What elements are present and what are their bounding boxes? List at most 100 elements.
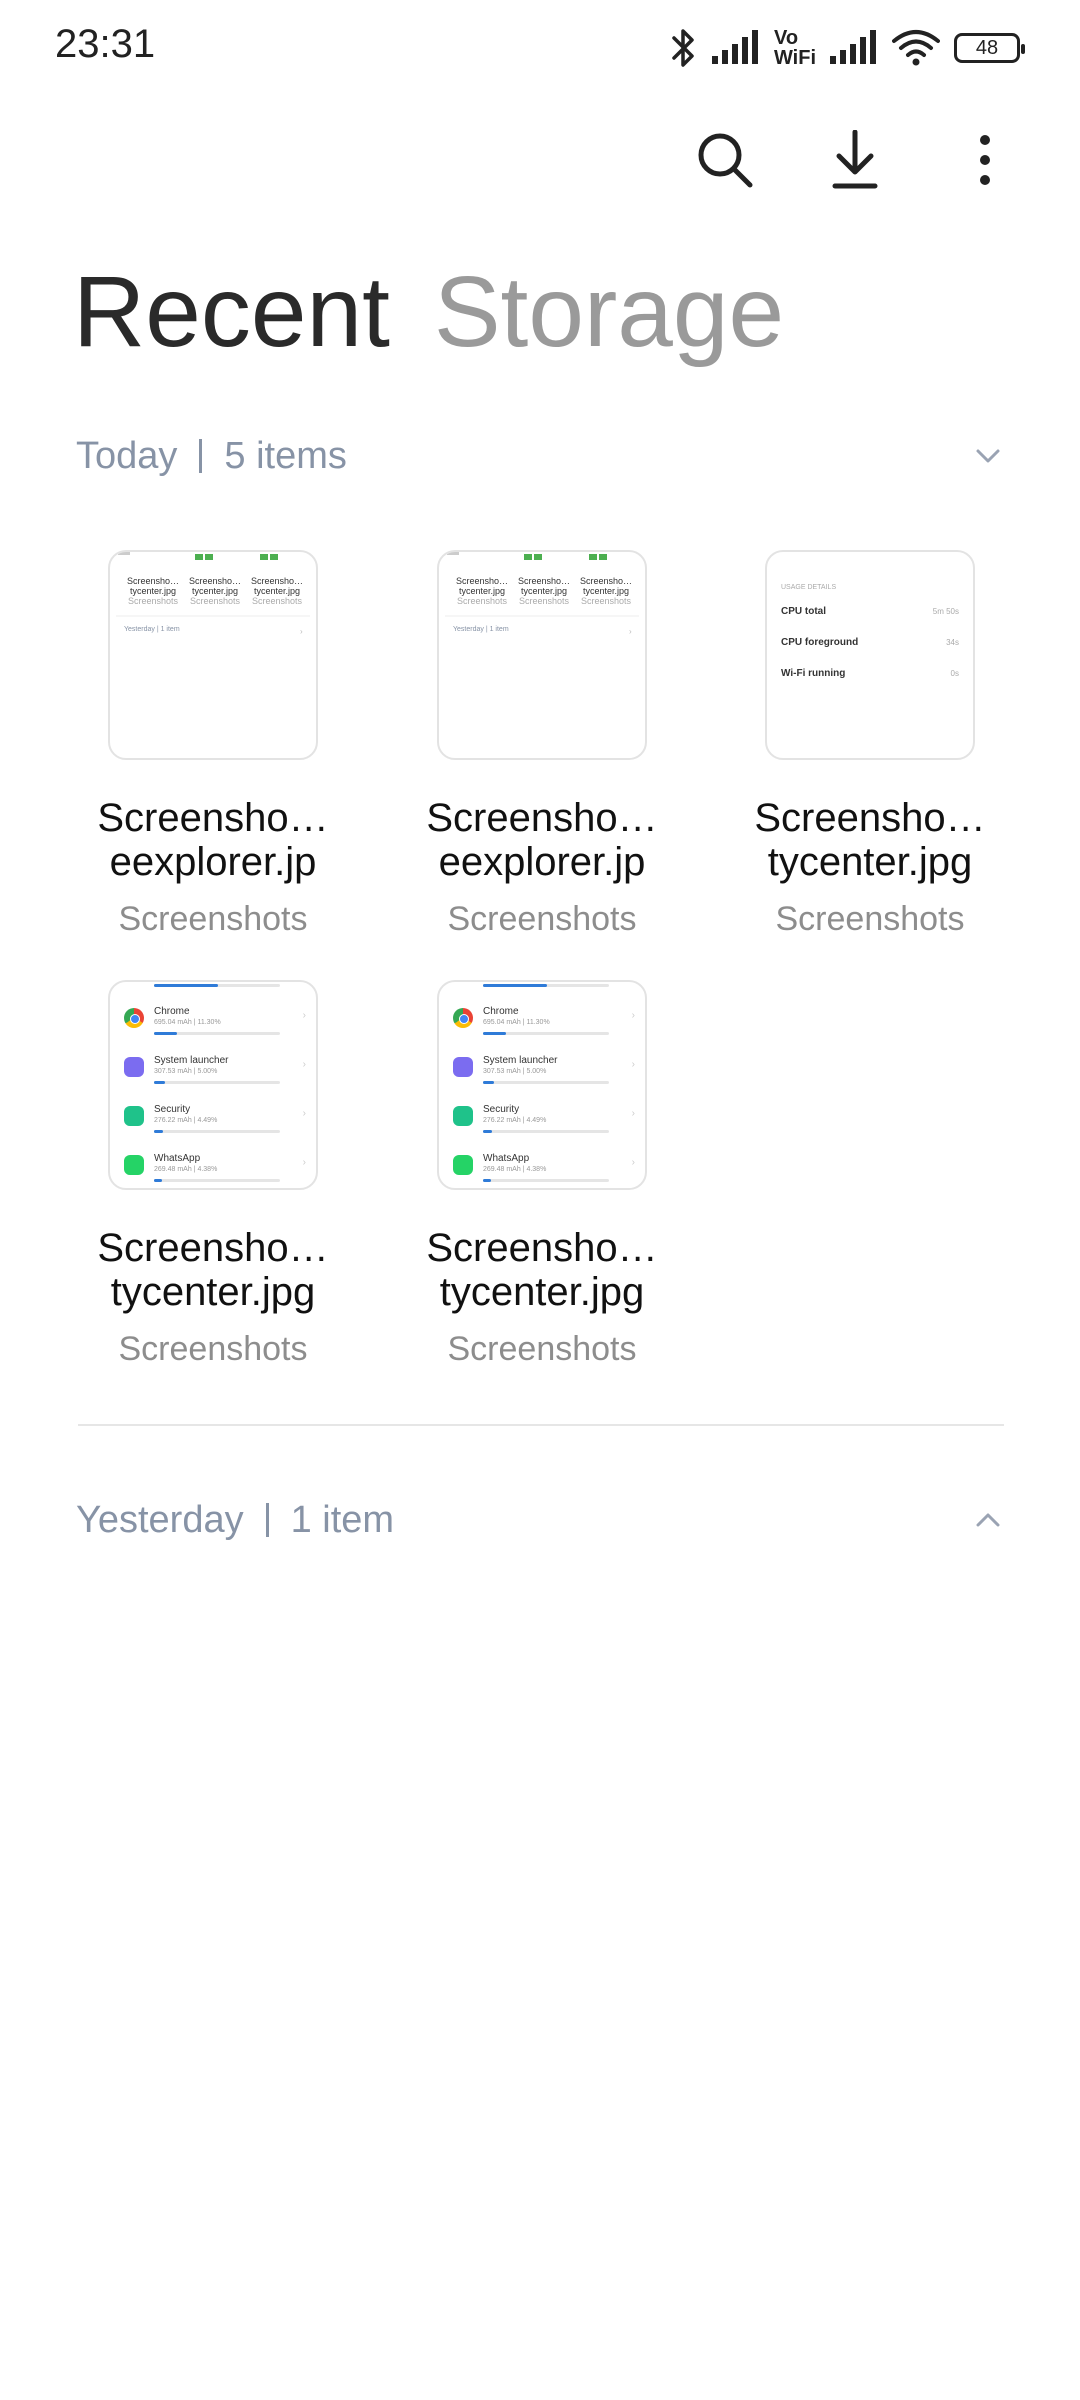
thumb-chevron-icon: ›	[302, 1157, 306, 1168]
thumb-app-name: Chrome	[154, 1006, 190, 1017]
status-bar: 23:31 Vo WiFi 48	[0, 0, 1080, 100]
thumb-app-bar	[483, 1179, 609, 1182]
section-header-today[interactable]: Today 5 items	[76, 426, 1006, 486]
tab-recent[interactable]: Recent	[73, 255, 390, 370]
wifi-icon	[892, 30, 940, 66]
thumb-app-bar	[154, 1179, 280, 1182]
thumb-cell-folder: Screenshots	[127, 596, 179, 606]
thumb-cell-file: tycenter.jpg	[582, 586, 630, 596]
file-name-line2: eexplorer.jp	[109, 840, 317, 884]
thumb-top-bar-fill	[483, 984, 547, 987]
thumb-cell: Screensho… tycenter.jpg Screenshots	[579, 576, 633, 606]
thumb-app-bar	[483, 1081, 609, 1084]
thumb-cell-name: Screensho…	[455, 576, 509, 586]
file-name: Screensho… tycenter.jpg	[63, 1226, 363, 1314]
thumb-cell: Screensho… tycenter.jpg Screenshots	[517, 576, 571, 606]
file-item[interactable]: › Screensho… tycenter.jpg Screenshots Sc…	[63, 550, 363, 950]
file-thumbnail: USAGE DETAILS CPU total 5m 50s CPU foreg…	[765, 550, 975, 760]
more-options-button[interactable]	[950, 125, 1020, 195]
section-label-yesterday: Yesterday 1 item	[76, 1499, 394, 1542]
thumb-section-label: Yesterday | 1 item	[124, 626, 180, 633]
section-title: Yesterday	[76, 1498, 244, 1541]
section-title: Today	[76, 434, 178, 477]
thumb-app-detail: 276.22 mAh | 4.49%	[483, 1117, 547, 1124]
thumb-app-icon	[124, 1057, 144, 1077]
file-thumbnail: Chrome 695.04 mAh | 11.30% › System launche…	[437, 980, 647, 1190]
thumb-app-detail: 695.04 mAh | 11.30%	[154, 1019, 221, 1026]
file-item[interactable]: USAGE DETAILS CPU total 5m 50s CPU foreg…	[720, 550, 1020, 950]
section-count: 1 item	[290, 1498, 395, 1541]
thumb-app-bar	[154, 1081, 280, 1084]
thumb-app-detail: 307.53 mAh | 5.00%	[483, 1068, 547, 1075]
section-header-yesterday[interactable]: Yesterday 1 item	[76, 1490, 1006, 1550]
file-item[interactable]: Chrome 695.04 mAh | 11.30% › System launche…	[392, 980, 692, 1380]
thumb-usage-label: Wi-Fi running	[781, 668, 846, 679]
thumb-cell-file: tycenter.jpg	[458, 586, 506, 596]
thumb-cell-name: Screensho…	[250, 576, 304, 586]
thumb-usage-label: CPU total	[781, 606, 826, 617]
status-icons: Vo WiFi 48	[670, 24, 1025, 72]
file-folder: Screenshots	[118, 900, 308, 938]
thumb-cell-name: Screensho…	[579, 576, 633, 586]
download-icon	[832, 130, 878, 189]
thumb-top-bar	[483, 984, 609, 987]
thumb-app-bar	[154, 1130, 280, 1133]
chevron-up-icon[interactable]	[970, 1502, 1006, 1538]
file-name-line1: Screensho…	[426, 1226, 658, 1270]
file-name: Screensho… tycenter.jpg	[720, 796, 1020, 884]
vowifi-top: Vo	[773, 27, 799, 49]
status-time: 23:31	[55, 22, 156, 66]
file-name-line1: Screensho…	[97, 1226, 329, 1270]
thumb-app-bar-fill	[483, 1179, 491, 1182]
section-separator	[265, 1503, 269, 1537]
search-button[interactable]	[690, 125, 760, 195]
file-thumbnail: Chrome 695.04 mAh | 11.30% › System launche…	[108, 980, 318, 1190]
download-button[interactable]	[820, 125, 890, 195]
thumb-cell: Screensho… tycenter.jpg Screenshots	[188, 576, 242, 606]
thumb-chevron-icon: ›	[631, 1157, 635, 1168]
section-divider	[78, 1424, 1004, 1426]
search-icon	[698, 133, 753, 188]
file-thumbnail: › Screensho… tycenter.jpg Screenshots Sc…	[108, 550, 318, 760]
section-separator	[199, 439, 203, 473]
thumb-app-name: System launcher	[154, 1055, 229, 1066]
file-folder: Screenshots	[447, 1330, 637, 1368]
thumb-app-bar	[154, 1032, 280, 1035]
thumb-chevron-icon: ›	[302, 1059, 306, 1070]
thumb-app-icon	[453, 1008, 473, 1028]
chevron-down-icon[interactable]	[970, 438, 1006, 474]
thumb-app-bar	[483, 1130, 609, 1133]
file-item[interactable]: Chrome 695.04 mAh | 11.30% › System launche…	[63, 980, 363, 1380]
thumb-cell-file: tycenter.jpg	[253, 586, 301, 596]
thumb-app-icon	[453, 1155, 473, 1175]
section-count: 5 items	[224, 434, 347, 477]
thumb-app-bar	[483, 1032, 609, 1035]
thumb-top-bar	[154, 984, 280, 987]
thumb-app-icon	[124, 1008, 144, 1028]
file-folder: Screenshots	[447, 900, 637, 938]
thumb-app-bar-fill	[154, 1032, 177, 1035]
thumb-cell-name: Screensho…	[126, 576, 180, 586]
signal-icon-2	[830, 30, 876, 64]
file-item[interactable]: › Screensho… tycenter.jpg Screenshots Sc…	[392, 550, 692, 950]
thumb-cell: Screensho… tycenter.jpg Screenshots	[250, 576, 304, 606]
thumb-app-bar-fill	[483, 1130, 492, 1133]
file-thumbnail: › Screensho… tycenter.jpg Screenshots Sc…	[437, 550, 647, 760]
thumb-app-name: WhatsApp	[154, 1153, 201, 1164]
thumb-app-detail: 307.53 mAh | 5.00%	[154, 1068, 218, 1075]
thumb-cell: Screensho… tycenter.jpg Screenshots	[455, 576, 509, 606]
thumb-usage-value: 0s	[950, 669, 959, 678]
thumb-app-icon	[124, 1106, 144, 1126]
file-folder: Screenshots	[118, 1330, 308, 1368]
file-name-line2: tycenter.jpg	[110, 1270, 316, 1314]
file-folder: Screenshots	[775, 900, 965, 938]
file-name-line2: tycenter.jpg	[439, 1270, 645, 1314]
thumb-app-bar-fill	[483, 1081, 494, 1084]
thumb-app-icon	[124, 1155, 144, 1175]
thumb-app-bar-fill	[154, 1130, 163, 1133]
thumb-app-detail: 269.48 mAh | 4.38%	[483, 1166, 547, 1173]
file-name-line2: eexplorer.jp	[438, 840, 646, 884]
file-name: Screensho… eexplorer.jp	[392, 796, 692, 884]
tab-storage[interactable]: Storage	[434, 255, 784, 370]
thumb-top-bar-fill	[154, 984, 218, 987]
